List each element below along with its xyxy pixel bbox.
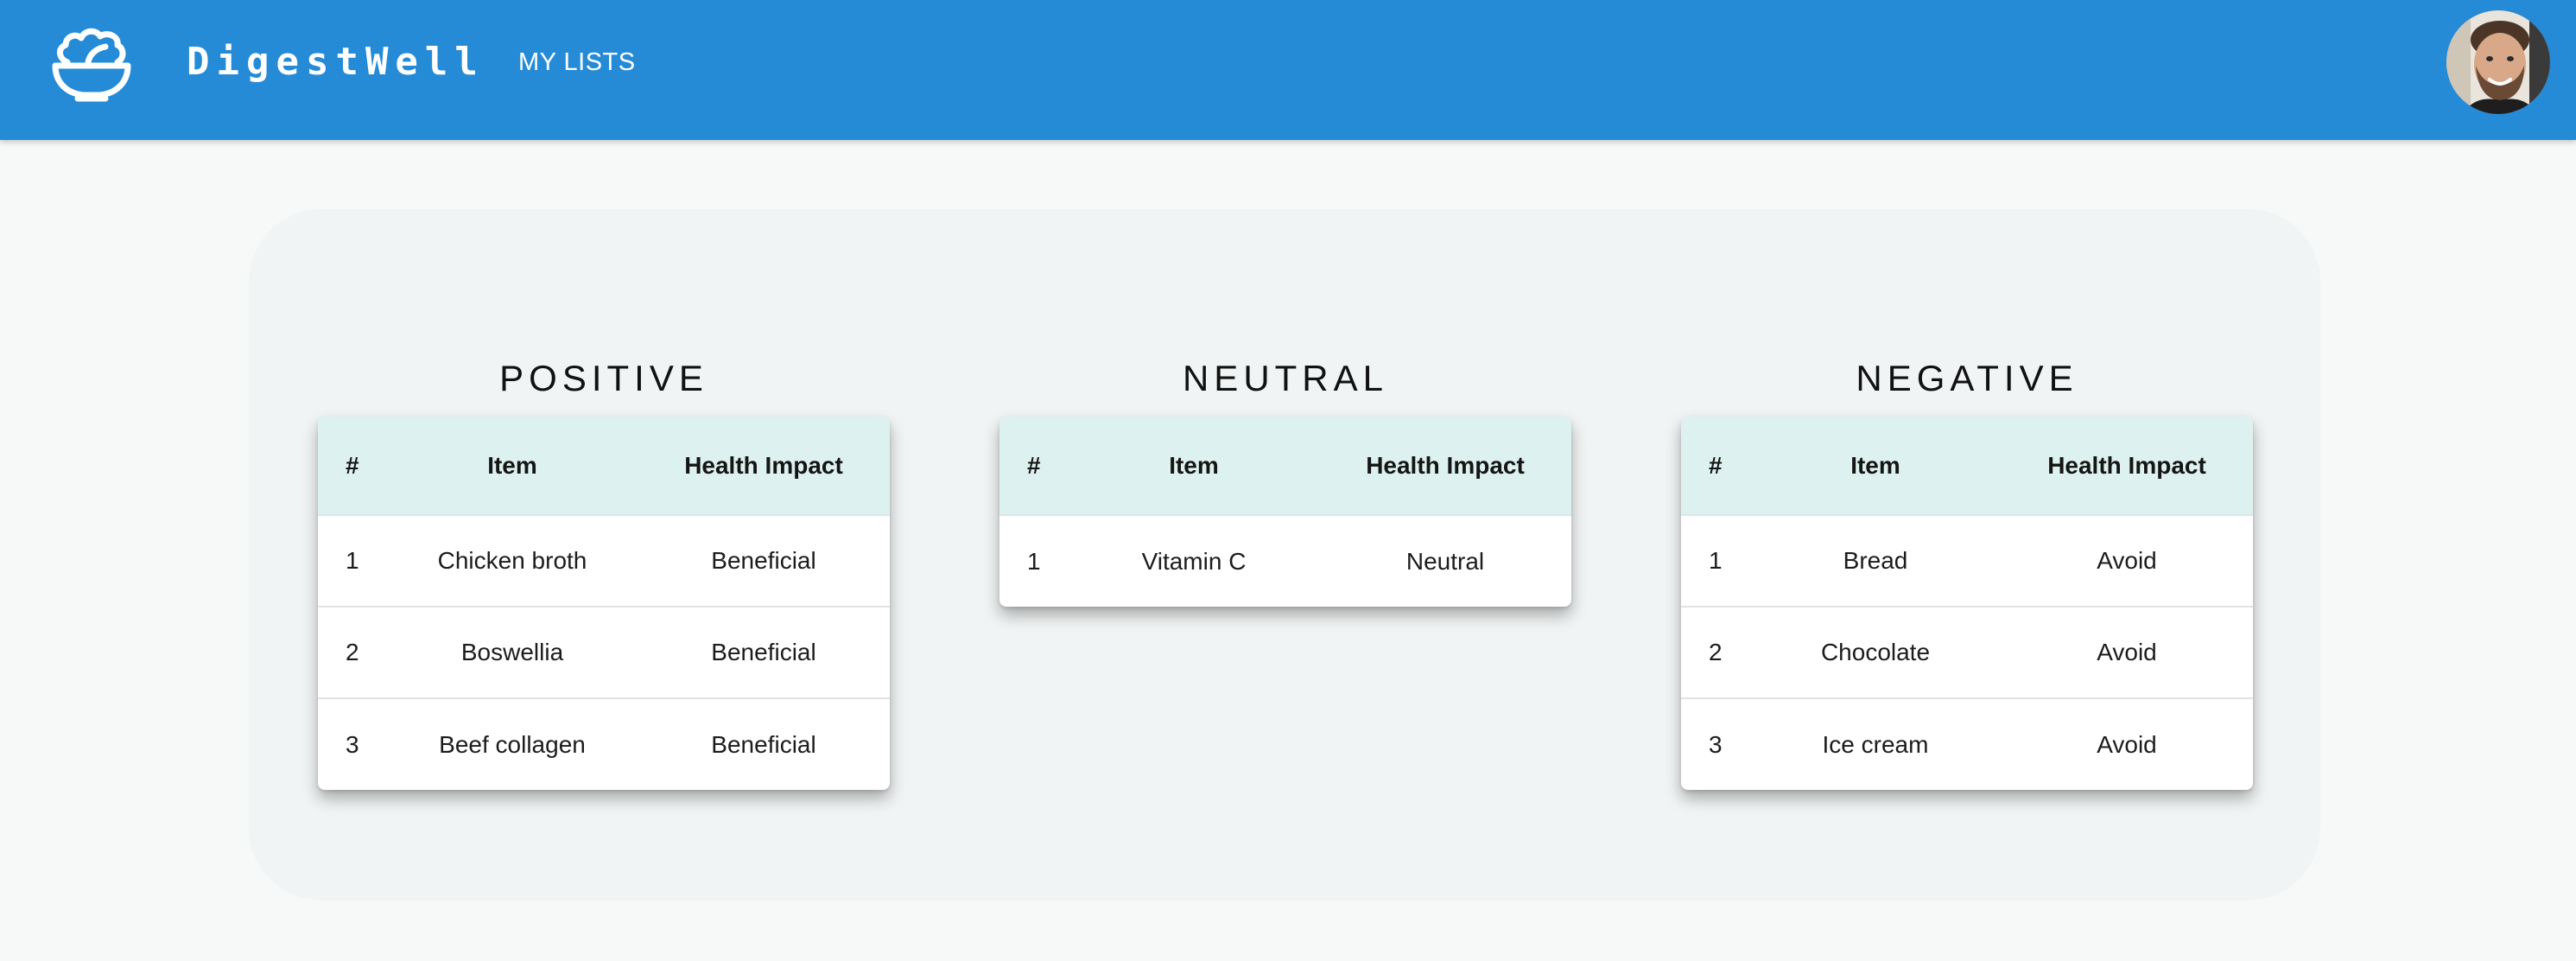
negative-list: NEGATIVE # Item Health Impact 1 Bread Av…	[1681, 354, 2253, 790]
lists-panel: POSITIVE # Item Health Impact 1 Chicken …	[249, 209, 2320, 901]
list-table: # Item Health Impact 1 Bread Avoid 2 Cho…	[1681, 417, 2253, 790]
row-item: Ice cream	[1822, 730, 1929, 758]
brand-title[interactable]: DigestWell	[187, 38, 485, 86]
column-header-number: #	[346, 451, 359, 479]
nav-my-lists[interactable]: MY LISTS	[518, 47, 636, 78]
list-table-card: # Item Health Impact 1 Chicken broth Ben…	[318, 417, 890, 790]
column-header-health-impact: Health Impact	[1366, 451, 1525, 479]
column-header-number: #	[1709, 451, 1723, 479]
list-title: NEGATIVE	[1856, 358, 2078, 398]
row-health-impact: Neutral	[1405, 547, 1485, 575]
top-app-bar: DigestWell MY LISTS	[0, 0, 2576, 140]
row-number: 1	[1027, 547, 1041, 575]
list-table: # Item Health Impact 1 Chicken broth Ben…	[318, 417, 890, 790]
row-health-impact: Avoid	[2097, 730, 2157, 758]
row-item: Chicken broth	[437, 547, 587, 574]
table-header-row: # Item Health Impact	[1681, 417, 2253, 515]
list-table-card: # Item Health Impact 1 Bread Avoid 2 Cho…	[1681, 417, 2253, 790]
list-title: POSITIVE	[499, 358, 708, 398]
list-table-card: # Item Health Impact 1 Vitamin C Neutral	[999, 417, 1571, 607]
table-row[interactable]: 1 Vitamin C Neutral	[999, 515, 1571, 607]
list-title: NEUTRAL	[1182, 358, 1389, 398]
positive-list: POSITIVE # Item Health Impact 1 Chicken …	[318, 354, 890, 790]
column-header-health-impact: Health Impact	[2047, 451, 2206, 479]
table-header-row: # Item Health Impact	[318, 417, 890, 515]
row-number: 1	[1709, 547, 1723, 574]
user-avatar[interactable]	[2446, 10, 2550, 114]
salad-bowl-icon[interactable]	[47, 19, 136, 109]
table-row[interactable]: 3 Ice cream Avoid	[1681, 698, 2253, 790]
column-header-health-impact: Health Impact	[684, 451, 843, 479]
table-row[interactable]: 1 Chicken broth Beneficial	[318, 515, 890, 607]
row-health-impact: Beneficial	[711, 547, 816, 574]
neutral-list: NEUTRAL # Item Health Impact 1 Vitamin C	[999, 354, 1571, 607]
row-health-impact: Avoid	[2097, 547, 2157, 574]
table-row[interactable]: 2 Boswellia Beneficial	[318, 607, 890, 698]
row-item: Vitamin C	[1141, 547, 1247, 575]
row-health-impact: Beneficial	[711, 730, 816, 758]
row-number: 2	[346, 639, 359, 665]
row-item: Bread	[1843, 547, 1908, 574]
column-header-item: Item	[487, 451, 537, 479]
row-item: Boswellia	[460, 639, 564, 665]
list-table: # Item Health Impact 1 Vitamin C Neutral	[999, 417, 1571, 607]
table-row[interactable]: 2 Chocolate Avoid	[1681, 607, 2253, 698]
row-health-impact: Avoid	[2097, 639, 2157, 665]
row-health-impact: Beneficial	[711, 639, 816, 665]
table-row[interactable]: 1 Bread Avoid	[1681, 515, 2253, 607]
row-number: 3	[1709, 730, 1723, 758]
app-root: DigestWell MY LISTS POSITIVE # Item Heal…	[0, 0, 2576, 961]
row-number: 2	[1709, 639, 1723, 665]
column-header-number: #	[1027, 451, 1041, 479]
table-header-row: # Item Health Impact	[999, 417, 1571, 515]
row-item: Beef collagen	[439, 730, 586, 758]
column-header-item: Item	[1169, 451, 1219, 479]
table-row[interactable]: 3 Beef collagen Beneficial	[318, 698, 890, 790]
row-item: Chocolate	[1820, 639, 1931, 665]
row-number: 1	[346, 547, 359, 574]
row-number: 3	[346, 730, 359, 758]
column-header-item: Item	[1850, 451, 1900, 479]
